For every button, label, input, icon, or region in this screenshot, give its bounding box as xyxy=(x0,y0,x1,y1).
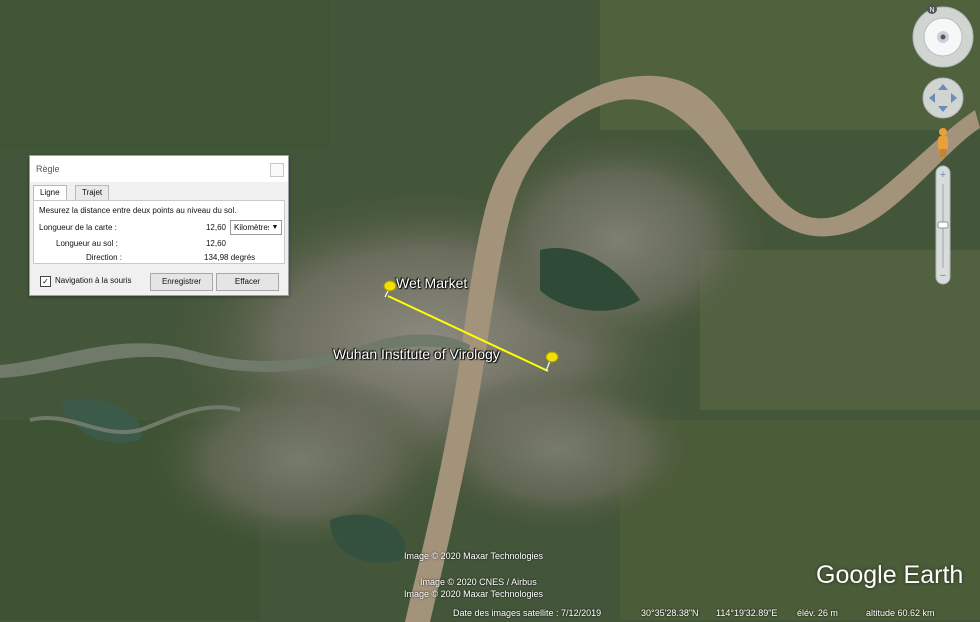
ruler-dialog: Règle Ligne Trajet Mesurez la distance e… xyxy=(29,155,289,296)
save-button[interactable]: Enregistrer xyxy=(150,273,213,291)
ruler-panel: Mesurez la distance entre deux points au… xyxy=(33,200,285,264)
tab-trajet[interactable]: Trajet xyxy=(75,185,110,200)
tab-ligne[interactable]: Ligne xyxy=(33,185,67,201)
map-length-label: Longueur de la carte : xyxy=(39,223,117,232)
status-bar: Date des images satellite : 7/12/2019 30… xyxy=(0,606,980,622)
eye-altitude-readout: altitude 60.62 km xyxy=(866,608,935,618)
imagery-date: Date des images satellite : 7/12/2019 xyxy=(453,608,602,618)
clear-button[interactable]: Effacer xyxy=(216,273,279,291)
chevron-down-icon[interactable]: ▼ xyxy=(269,221,281,234)
map-length-value: 12,60 xyxy=(205,223,226,232)
latitude-readout: 30°35'28.38"N xyxy=(641,608,699,618)
ground-length-label: Longueur au sol : xyxy=(56,239,118,248)
imagery-credit: Image © 2020 Maxar Technologies xyxy=(404,551,544,561)
zoom-slider[interactable]: + − xyxy=(935,165,951,285)
imagery-credit: Image © 2020 CNES / Airbus xyxy=(420,577,537,587)
ground-length-value: 12,60 xyxy=(205,239,226,248)
placemark-label-wiv[interactable]: Wuhan Institute of Virology xyxy=(333,346,500,362)
google-earth-logo: Google Earth xyxy=(816,561,964,589)
placemark-label-wet-market[interactable]: Wet Market xyxy=(396,275,467,291)
pan-control-icon[interactable] xyxy=(922,77,964,119)
unit-select[interactable]: Kilomètres ▼ xyxy=(230,220,282,235)
ruler-tabs: Ligne Trajet xyxy=(30,185,288,201)
ruler-description: Mesurez la distance entre deux points au… xyxy=(39,206,237,215)
heading-label: Direction : xyxy=(86,253,123,262)
satellite-map[interactable]: N + − xyxy=(0,0,980,622)
svg-text:−: − xyxy=(940,270,946,282)
mouse-nav-label: Navigation à la souris xyxy=(55,276,132,285)
svg-text:+: + xyxy=(940,169,946,181)
heading-value: 134,98 degrés xyxy=(204,253,256,262)
elevation-readout: élév. 26 m xyxy=(797,608,838,618)
close-icon[interactable] xyxy=(270,163,284,177)
compass-letter: N xyxy=(929,7,934,14)
unit-select-value: Kilomètres xyxy=(234,223,272,232)
dialog-title: Règle xyxy=(36,164,60,174)
imagery-credit: Image © 2020 Maxar Technologies xyxy=(404,589,544,599)
dialog-titlebar[interactable]: Règle xyxy=(30,156,288,182)
mouse-nav-checkbox[interactable]: ✓ xyxy=(40,276,51,287)
longitude-readout: 114°19'32.89"E xyxy=(716,608,778,618)
